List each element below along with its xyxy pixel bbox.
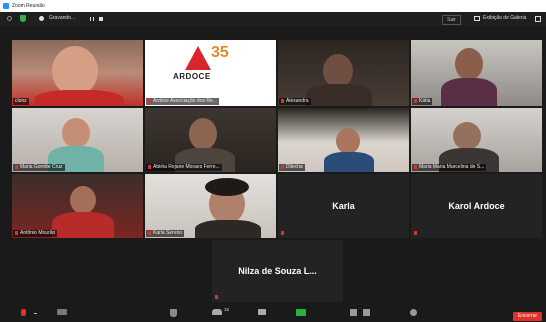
video-tile[interactable]: 35 ARDOCE Ardoce Associação dos Re... [145,40,276,106]
video-tile[interactable]: Nilza de Souza L... [212,240,343,302]
share-screen-icon[interactable] [296,309,306,316]
muted-mic-icon [414,98,417,103]
video-tile[interactable]: Antônio Mourão [12,174,143,238]
recording-icon [39,16,44,21]
video-tile[interactable]: Karla [278,174,409,238]
meeting-top-bar: Gravando... Sair Exibição de Galeria [0,12,546,26]
participants-count: 15 [224,307,230,312]
record-icon[interactable] [350,309,357,316]
window-title: Zoom Reunião [12,3,45,9]
participant-name: Ardoce Associação dos Re... [146,98,219,105]
video-tile[interactable]: Karla Sereno [145,174,276,238]
window-titlebar: Zoom Reunião [0,0,546,12]
video-feed [278,40,409,106]
video-tile[interactable]: Kátia [411,40,542,106]
video-feed [145,108,276,172]
pause-recording-icon[interactable] [90,17,94,21]
video-tile[interactable]: Alexandra [278,40,409,106]
ardoce-logo: 35 ARDOCE [145,40,276,106]
video-tile[interactable]: Maria Maria Marcelina de S... [411,108,542,172]
participant-name: Maria Gorette Cruz [13,164,65,171]
stop-recording-icon[interactable] [99,17,103,21]
participant-name-large: Karla [332,201,355,211]
participants-icon[interactable] [212,309,222,315]
gallery-view-label[interactable]: Exibição de Galeria [483,15,526,21]
security-icon[interactable] [170,309,177,317]
video-feed [411,108,542,172]
video-feed [278,108,409,172]
participant-name: Abiéia Rejane Moraes Ferre... [146,164,222,171]
end-meeting-button[interactable]: Encerrar [513,312,542,321]
meeting-toolbar: 15 Encerrar [0,304,546,322]
muted-mic-icon [281,98,284,103]
info-icon[interactable] [7,16,12,21]
participant-name: Antônio Mourão [13,230,58,237]
more-icon[interactable] [410,309,417,316]
participant-name-large: Nilza de Souza L... [238,266,317,276]
participant-name: clonz [13,98,29,105]
video-tile[interactable]: Abiéia Rejane Moraes Ferre... [145,108,276,172]
shield-icon[interactable] [20,15,26,22]
recording-label: Gravando... [49,15,76,21]
muted-mic-icon [215,295,218,299]
video-feed [12,174,143,238]
video-tile[interactable]: Dilecha [278,108,409,172]
muted-mic-icon [281,231,284,235]
video-feed [411,40,542,106]
muted-mic-icon [414,231,417,235]
video-feed [12,40,143,106]
muted-mic-icon [15,164,18,169]
video-feed [12,108,143,172]
participant-name: Alexandra [279,98,311,105]
participant-name-large: Karol Ardoce [448,201,505,211]
chat-icon[interactable] [258,309,266,315]
muted-mic-icon [281,164,284,169]
muted-mic-icon [15,230,18,235]
participant-name: Kátia [412,98,433,105]
video-feed [145,174,276,238]
view-button[interactable]: Sair [442,15,461,25]
reactions-icon[interactable] [363,309,370,316]
gallery-view-icon[interactable] [474,16,480,21]
participant-name: Maria Maria Marcelina de S... [412,164,487,171]
muted-mic-icon [148,230,151,235]
video-camera-icon[interactable] [57,309,67,315]
muted-mic-icon [148,164,151,169]
fullscreen-icon[interactable] [535,16,541,22]
muted-mic-icon [148,98,151,103]
participant-name: Dilecha [279,164,305,171]
participant-name: Karla Sereno [146,230,185,237]
video-tile[interactable]: clonz [12,40,143,106]
muted-mic-icon [414,164,417,169]
microphone-icon[interactable] [21,309,26,316]
chevron-up-icon[interactable] [34,313,37,314]
zoom-logo-icon [3,3,9,9]
video-tile[interactable]: Maria Gorette Cruz [12,108,143,172]
video-tile[interactable]: Karol Ardoce [411,174,542,238]
